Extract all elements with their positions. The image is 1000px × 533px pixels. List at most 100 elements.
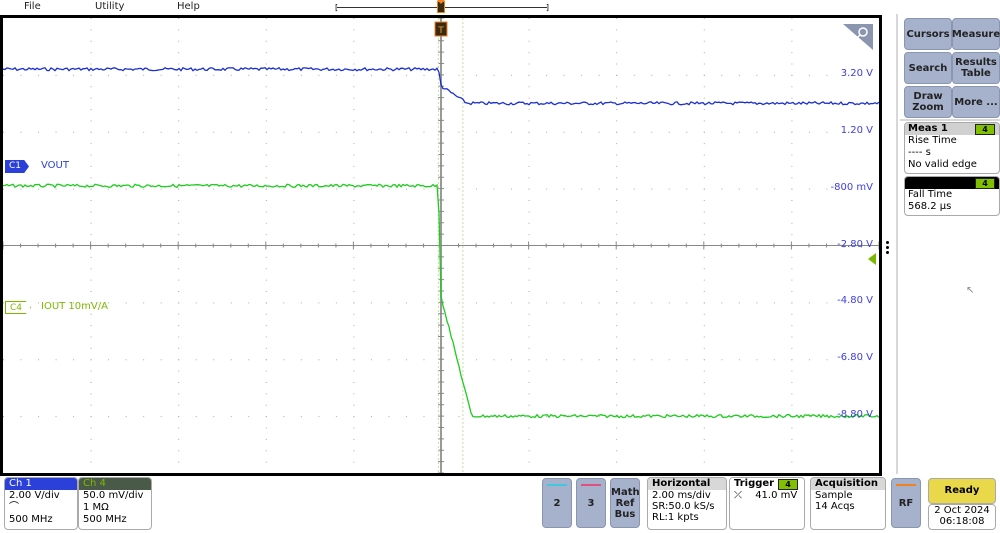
grid-dot (353, 222, 355, 224)
grid-dot (616, 404, 618, 406)
grid-dot (353, 29, 355, 31)
grid-dot (528, 211, 530, 213)
grid-dot (791, 97, 793, 99)
grid-dot (178, 404, 180, 406)
grid-dot (90, 256, 92, 258)
vertical-axis-label: -800 mV (830, 181, 873, 193)
grid-dot (721, 188, 723, 190)
grid-dot (616, 279, 618, 281)
grid-dot (616, 97, 618, 99)
menu-help[interactable]: Help (177, 1, 200, 12)
grid-dot (108, 188, 110, 190)
grid-dot (388, 74, 390, 76)
channel-2-button[interactable]: 2 (542, 478, 572, 528)
channel-1-settings[interactable]: Ch 1 2.00 V/div ⌒ 500 MHz (4, 477, 78, 530)
grid-dot (703, 188, 705, 190)
grid-dot (353, 143, 355, 145)
grid-dot (703, 438, 705, 440)
grid-dot (265, 40, 267, 42)
rf-button[interactable]: RF (891, 478, 921, 528)
grid-dot (195, 416, 197, 418)
math-ref-bus-button[interactable]: Math Ref Bus (610, 478, 640, 528)
grid-dot (265, 74, 267, 76)
grid-dot (528, 347, 530, 349)
waveform-plot[interactable]: T (3, 18, 879, 473)
grid-dot (178, 393, 180, 395)
grid-dot (248, 131, 250, 133)
ch4-impedance: 1 MΩ (83, 502, 109, 513)
grid-dot (703, 347, 705, 349)
grid-dot (90, 393, 92, 395)
panel-divider (900, 119, 1000, 121)
grid-dot (405, 188, 407, 190)
grid-dot (178, 325, 180, 327)
grid-dot (90, 404, 92, 406)
grid-dot (791, 404, 793, 406)
more-button[interactable]: More ... (952, 86, 1000, 118)
grid-dot (178, 131, 180, 133)
grid-dot (370, 74, 372, 76)
grid-dot (90, 382, 92, 383)
grid-dot (90, 234, 92, 236)
grid-dot (3, 416, 4, 418)
grid-dot (90, 188, 92, 190)
trigger-settings[interactable]: Trigger 4 ⤫ 41.0 mV (729, 477, 805, 530)
cursors-button[interactable]: Cursors (904, 18, 952, 50)
grid-dot (90, 143, 92, 145)
grid-dot (90, 268, 92, 270)
acquisition-settings[interactable]: Acquisition Sample 14 Acqs (810, 477, 886, 530)
trigger-level-arrow-icon[interactable] (868, 253, 876, 265)
channel-4-settings[interactable]: Ch 4 50.0 mV/div 1 MΩ 500 MHz (78, 477, 152, 530)
grid-dot (108, 359, 110, 361)
grid-dot (738, 359, 740, 361)
more-options-icon[interactable] (886, 241, 890, 256)
grid-dot (300, 131, 302, 133)
menu-file[interactable]: File (24, 1, 41, 12)
grid-dot (353, 177, 355, 179)
grid-dot (791, 279, 793, 281)
grid-dot (703, 336, 705, 338)
channel-3-button[interactable]: 3 (576, 478, 606, 528)
grid-dot (528, 450, 530, 452)
grid-dot (773, 302, 775, 304)
channel-1-badge[interactable]: C1 (5, 160, 30, 173)
meas2-badge[interactable]: 4 Fall Time 568.2 µs (904, 176, 1000, 216)
meas1-type: Rise Time (908, 135, 957, 146)
channel-4-badge[interactable]: C4 (5, 301, 32, 314)
waveform-display[interactable]: T 3.20 V 1.20 V -800 mV -2.80 V -4.80 V -6.80… (0, 15, 882, 476)
ch4-scale: 50.0 mV/div (83, 490, 144, 501)
grid-dot (353, 450, 355, 452)
grid-dot (178, 359, 180, 361)
results-table-button[interactable]: Results Table (952, 52, 1000, 84)
grid-dot (90, 313, 92, 315)
grid-dot (213, 416, 215, 418)
grid-dot (265, 461, 267, 463)
grid-dot (90, 347, 92, 349)
measure-button[interactable]: Measure (952, 18, 1000, 50)
menu-utility[interactable]: Utility (95, 1, 124, 12)
grid-dot (791, 370, 793, 372)
grid-dot (616, 222, 618, 224)
grid-dot (90, 279, 92, 281)
grid-dot (423, 188, 425, 190)
grid-dot (703, 382, 705, 383)
grid-dot (178, 438, 180, 440)
grid-dot (178, 200, 180, 201)
grid-dot (528, 291, 530, 292)
grid-dot (633, 131, 635, 133)
draw-zoom-button[interactable]: Draw Zoom (904, 86, 952, 118)
horizontal-settings[interactable]: Horizontal 2.00 ms/div SR:50.0 kS/s RL:1… (647, 477, 727, 530)
ch1-title: Ch 1 (5, 478, 77, 490)
grid-dot (125, 302, 127, 304)
meas1-badge[interactable]: Meas 1 4 Rise Time ---- s No valid edge (904, 122, 1000, 174)
ch2-label: 2 (553, 498, 561, 509)
grid-dot (528, 325, 530, 327)
grid-dot (265, 325, 267, 327)
grid-dot (528, 393, 530, 395)
search-button[interactable]: Search (904, 52, 952, 84)
grid-dot (791, 131, 793, 133)
zoom-icon[interactable] (843, 24, 873, 50)
grid-dot (791, 120, 793, 122)
grid-dot (90, 120, 92, 122)
grid-dot (90, 86, 92, 88)
